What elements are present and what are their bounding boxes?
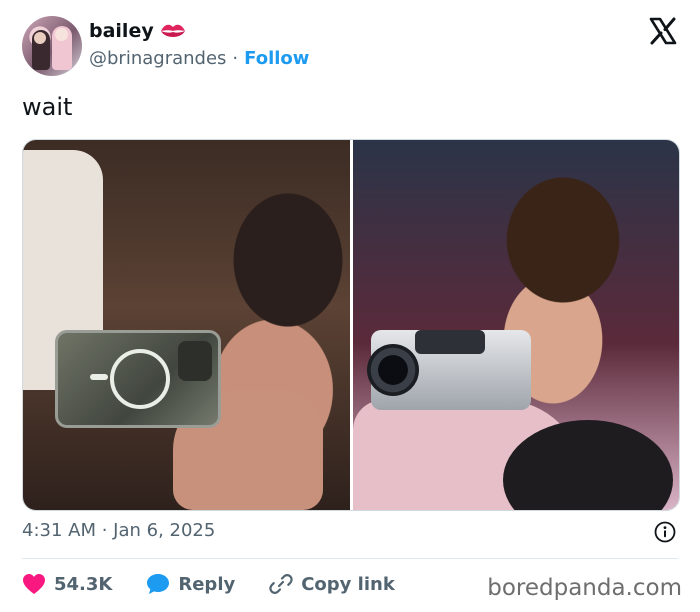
handle-row: @brinagrandes · Follow	[89, 48, 309, 69]
reply-button[interactable]: Reply	[146, 573, 235, 595]
like-button[interactable]: 54.3K	[22, 573, 112, 595]
kiss-mark-icon	[160, 22, 186, 40]
x-logo-icon[interactable]	[648, 16, 678, 46]
like-count: 54.3K	[54, 573, 113, 595]
link-icon	[269, 574, 293, 594]
media-grid	[22, 139, 680, 511]
reply-label: Reply	[178, 573, 236, 595]
handle[interactable]: @brinagrandes	[89, 48, 226, 69]
heart-icon	[23, 574, 45, 594]
author-name-row: bailey	[89, 20, 186, 42]
media-image-right[interactable]	[352, 140, 679, 510]
copy-link-label: Copy link	[301, 573, 395, 595]
watermark: boredpanda.com	[487, 575, 682, 601]
display-name[interactable]: bailey	[89, 20, 154, 42]
separator-dot: ·	[232, 48, 239, 69]
action-bar: 54.3K Reply Copy link	[22, 570, 429, 598]
tweet-text: wait	[22, 93, 73, 121]
info-icon[interactable]	[654, 521, 676, 543]
divider	[22, 558, 678, 559]
timestamp[interactable]: 4:31 AM · Jan 6, 2025	[22, 520, 215, 541]
follow-button[interactable]: Follow	[244, 48, 309, 69]
copy-link-button[interactable]: Copy link	[269, 572, 395, 596]
post-card: bailey @brinagrandes · Follow wait 4:31 …	[0, 0, 700, 612]
reply-icon	[147, 574, 170, 594]
avatar[interactable]	[22, 16, 82, 76]
media-image-left[interactable]	[23, 140, 350, 510]
